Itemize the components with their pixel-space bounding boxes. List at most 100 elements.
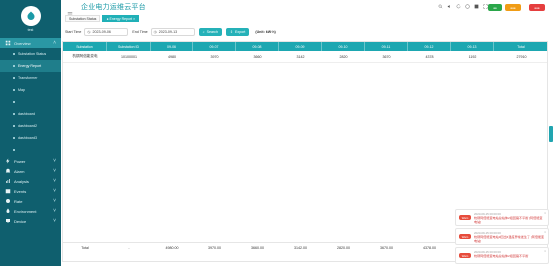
sidebar-section-label: Power xyxy=(14,158,26,164)
column-header[interactable]: 09-07 xyxy=(193,42,236,51)
start-date-value: 2023-09-06 xyxy=(92,30,111,34)
sidebar-section-label: Events xyxy=(14,188,27,194)
table-cell: 3970 xyxy=(210,54,219,59)
bullet-icon xyxy=(13,101,15,103)
start-time-label: Start Time xyxy=(65,30,82,34)
column-header[interactable]: Substation xyxy=(63,42,107,51)
tab-substation-status[interactable]: Substation Status xyxy=(65,15,101,22)
table-row[interactable]: 杭锅阿倍能变电 10100001 4980 3970 3660 3142 282… xyxy=(63,51,547,63)
status-badge-orange[interactable]: ●●● xyxy=(505,4,521,11)
side-drawer-handle[interactable] xyxy=(549,126,553,142)
sidebar-section-environment[interactable]: Environment ˅ xyxy=(0,206,61,216)
sidebar-overview-header[interactable]: Overview ˄ xyxy=(0,38,61,48)
sidebar-item-dashboard2[interactable]: dashboard2 xyxy=(0,120,61,132)
column-header[interactable]: 09-13 xyxy=(451,42,494,51)
sidebar-item-label: Transformer xyxy=(18,76,38,80)
chevron-down-icon: ˅ xyxy=(53,168,56,174)
logo-icon xyxy=(20,6,41,26)
table-cell: 4378 xyxy=(425,54,434,59)
search-icon: ⌕ xyxy=(202,30,205,34)
table-header: Substation Substation ID 09-06 09-07 09-… xyxy=(63,42,549,51)
volume-icon[interactable] xyxy=(447,4,452,9)
sidebar-item-map[interactable]: Map xyxy=(0,84,61,96)
filter-row: Start Time ◷ 2023-09-06 End Time ◷ 2023-… xyxy=(65,27,305,37)
sidebar-item-dashboard[interactable]: dashboard xyxy=(0,108,61,120)
column-header[interactable]: 09-06 xyxy=(151,42,193,51)
rate-icon xyxy=(5,198,11,204)
status-badge-red[interactable]: ●●● xyxy=(529,4,545,11)
sidebar-section-analysis[interactable]: Analysis ˅ xyxy=(0,176,61,186)
sidebar-section-device[interactable]: Device ˅ xyxy=(0,216,61,226)
sidebar-section-alarm[interactable]: Alarm ˅ xyxy=(0,166,61,176)
table-cell: 27910 xyxy=(516,54,527,59)
top-bar: 企业电力运维云平台 ●● ●●● ●●● xyxy=(61,0,553,16)
notification-text: 杭锅阿倍能变电站总站体2组回路不平衡 [阿倍能变电站] xyxy=(474,216,543,224)
notification-text: 杭锅阿倍能变电站9回出4温度异常发生了 [阿倍能变电站] xyxy=(474,235,545,243)
export-button[interactable]: ↥ Export xyxy=(225,28,250,36)
footer-cell: - xyxy=(128,245,130,250)
language-icon[interactable] xyxy=(474,4,479,9)
column-header[interactable]: 09-09 xyxy=(279,42,322,51)
footer-cell: 3970.00 xyxy=(208,245,221,250)
sidebar-item-blank-2[interactable] xyxy=(0,144,61,156)
sidebar-alarm-header[interactable]: Alarm ˅ xyxy=(0,166,61,176)
sidebar-section-overview[interactable]: Overview ˄ Substation Status Energy Repo… xyxy=(0,38,61,156)
chevron-down-icon: ˅ xyxy=(53,208,56,214)
notification-badge: Warn xyxy=(459,253,471,258)
sidebar-device-header[interactable]: Device ˅ xyxy=(0,216,61,226)
sidebar-item-transformer[interactable]: Transformer xyxy=(0,72,61,84)
end-date-value: 2023-09-13 xyxy=(158,30,178,34)
close-icon[interactable]: × xyxy=(544,249,546,253)
notification-item[interactable]: Warn 2023-09-15 00:00:00 杭锅阿倍能变电站总站体2组回路… xyxy=(455,209,549,226)
search-button[interactable]: ⌕ Search xyxy=(198,28,222,36)
close-icon[interactable]: × xyxy=(544,230,546,234)
sidebar-item-energy-report[interactable]: Energy Report xyxy=(0,60,61,72)
table-cell: 2820 xyxy=(339,54,348,59)
sidebar-environment-header[interactable]: Environment ˅ xyxy=(0,206,61,216)
notification-item[interactable]: Warn 2023-09-15 00:00:00 杭锅阿倍能变电站9回出4温度异… xyxy=(455,228,549,245)
sidebar-section-power[interactable]: Power ˅ xyxy=(0,156,61,166)
status-badge-green[interactable]: ●● xyxy=(488,4,502,11)
sidebar: test Overview ˄ Substation Status Energy… xyxy=(0,0,61,266)
column-header[interactable]: Total xyxy=(494,42,549,51)
calendar-icon: ◷ xyxy=(153,30,157,34)
search-icon[interactable] xyxy=(438,4,443,9)
end-time-label: End Time xyxy=(132,30,148,34)
footer-cell: 3670.00 xyxy=(380,245,393,250)
sidebar-item-label: dashboard2 xyxy=(18,124,37,128)
column-header[interactable]: 09-12 xyxy=(408,42,451,51)
bullet-icon xyxy=(13,65,15,67)
user-name: test xyxy=(27,28,34,32)
bullet-icon xyxy=(13,137,15,139)
column-header[interactable]: 09-11 xyxy=(365,42,408,51)
chevron-down-icon: ˅ xyxy=(53,188,56,194)
sidebar-item-blank-1[interactable] xyxy=(0,96,61,108)
column-header[interactable]: Substation ID xyxy=(107,42,151,51)
sidebar-section-events[interactable]: Events ˅ xyxy=(0,186,61,196)
search-button-label: Search xyxy=(206,30,218,34)
sidebar-power-header[interactable]: Power ˅ xyxy=(0,156,61,166)
sidebar-events-header[interactable]: Events ˅ xyxy=(0,186,61,196)
menu-icon[interactable] xyxy=(67,4,73,16)
close-icon[interactable]: × xyxy=(544,211,546,215)
refresh-icon[interactable] xyxy=(456,4,461,9)
start-date-field[interactable]: ◷ 2023-09-06 xyxy=(84,28,129,36)
sidebar-item-label: Map xyxy=(18,88,25,92)
sidebar-section-rate[interactable]: Rate ˅ xyxy=(0,196,61,206)
sidebar-rate-header[interactable]: Rate ˅ xyxy=(0,196,61,206)
column-header[interactable]: 09-10 xyxy=(322,42,365,51)
logo-area: test xyxy=(0,0,61,38)
notification-item[interactable]: Warn 2023-09-15 00:00:00 杭锅阿倍能变电站总站体2组回路… xyxy=(455,247,549,264)
events-icon xyxy=(5,188,11,194)
column-header[interactable]: 09-08 xyxy=(236,42,279,51)
notification-badge: Warn xyxy=(459,234,471,239)
sidebar-analysis-header[interactable]: Analysis ˅ xyxy=(0,176,61,186)
end-date-field[interactable]: ◷ 2023-09-13 xyxy=(150,28,195,36)
tab-energy-report[interactable]: ● Energy Report × xyxy=(102,15,140,22)
help-icon[interactable] xyxy=(465,4,470,9)
sidebar-item-dashboard3[interactable]: dashboard3 xyxy=(0,132,61,144)
notification-text: 杭锅阿倍能变电站总站体2组回路不平衡 xyxy=(474,254,529,258)
sidebar-section-label: Environment xyxy=(14,208,37,214)
sidebar-item-substation-status[interactable]: Substation Status xyxy=(0,48,61,60)
table-cell: 杭锅阿倍能变电 xyxy=(72,54,98,58)
